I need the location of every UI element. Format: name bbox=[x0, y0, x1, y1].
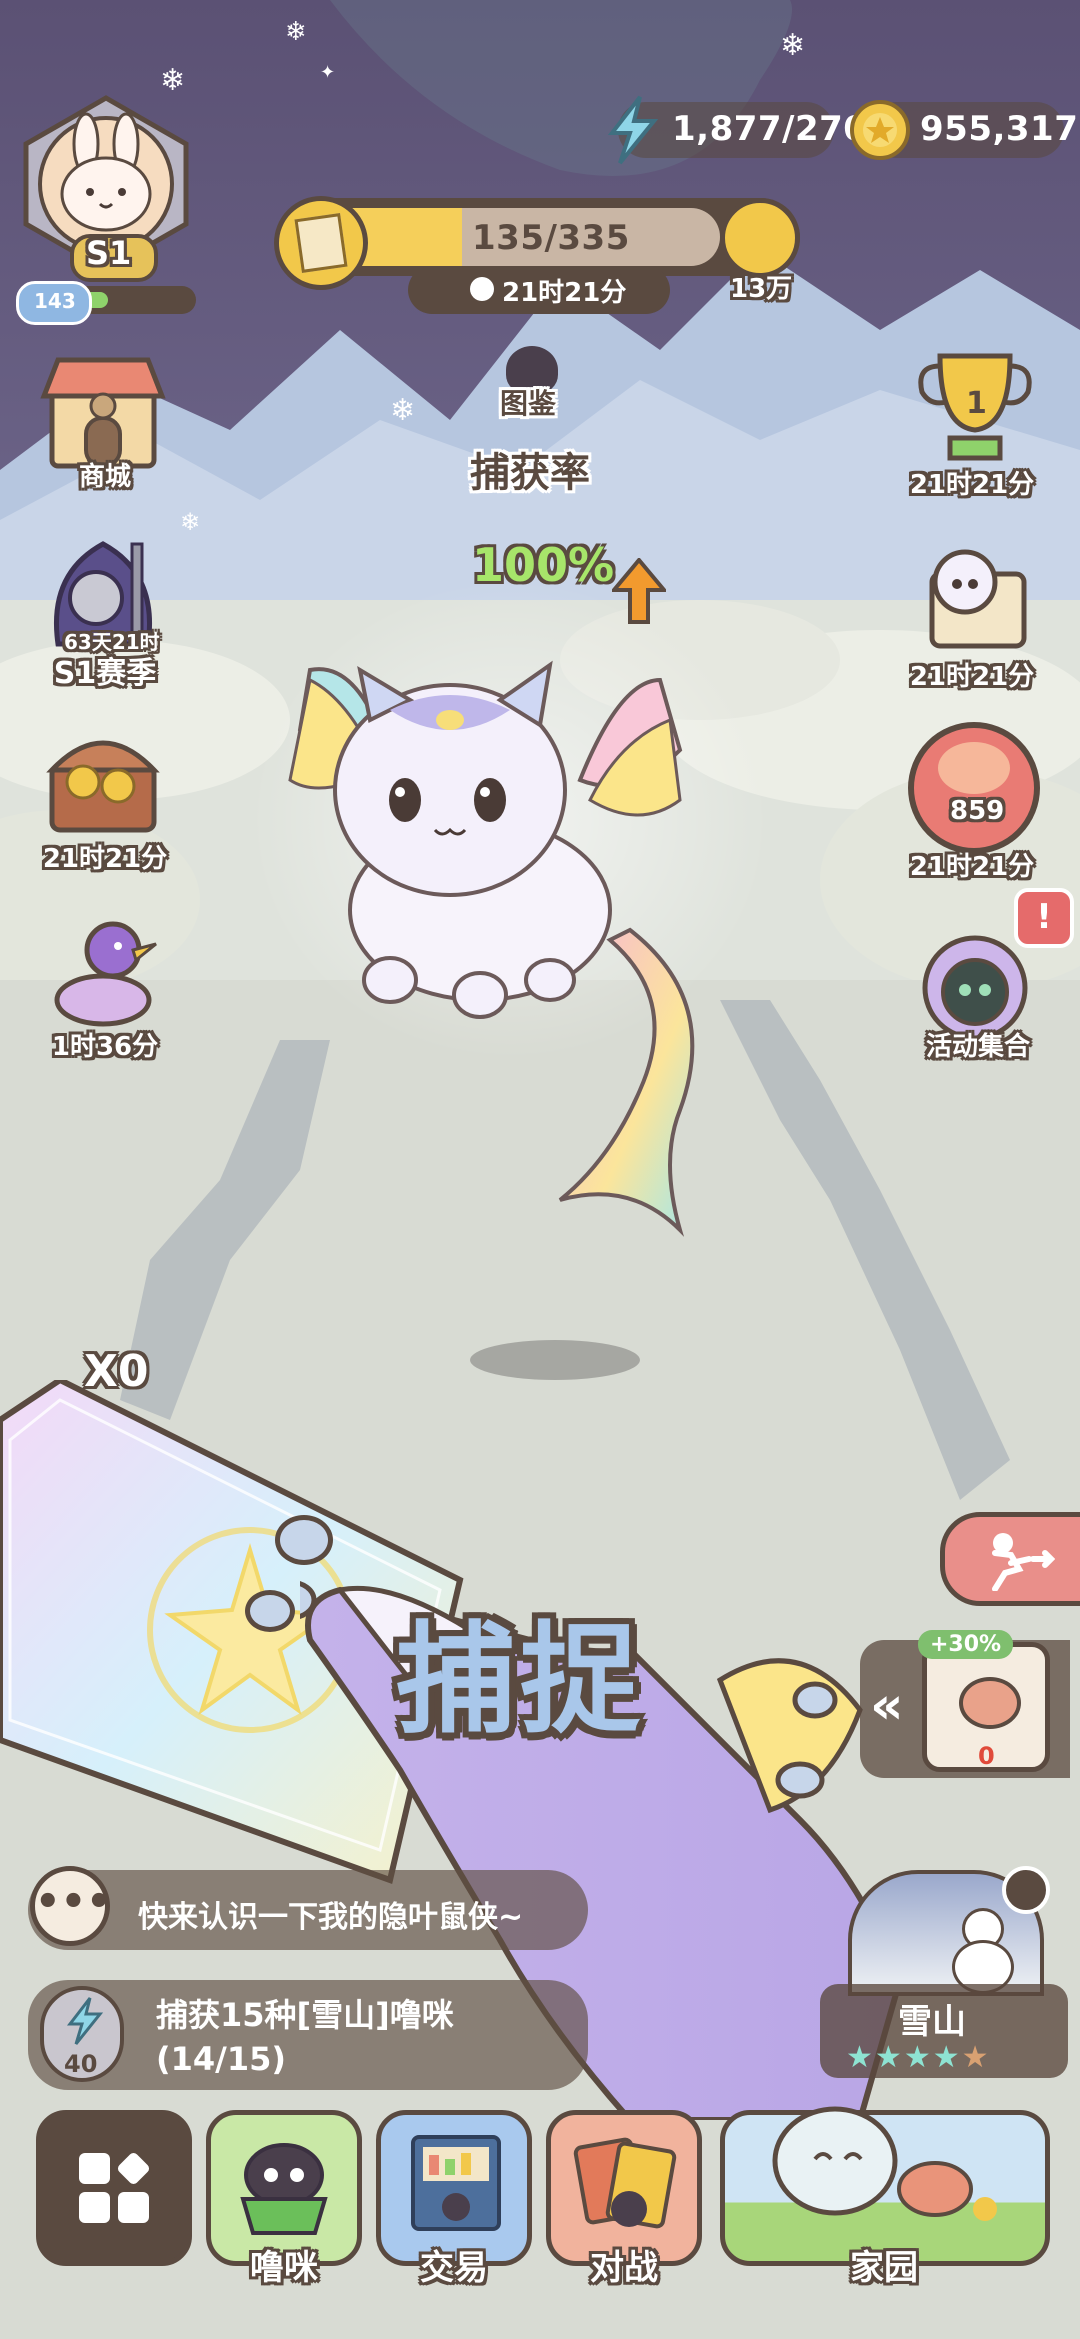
quest-progress: (14/15) bbox=[156, 2040, 286, 2078]
candy-token-count: 859 bbox=[950, 796, 1005, 826]
svg-text:✦: ✦ bbox=[320, 62, 335, 83]
map-scroll-icon bbox=[929, 549, 1027, 649]
nav-home-label[interactable]: 家园 bbox=[806, 2240, 962, 2289]
star-icon: ★ bbox=[903, 2040, 933, 2075]
level-value: 143 bbox=[34, 289, 76, 313]
svg-text:❄: ❄ bbox=[390, 393, 415, 428]
candy-token-button[interactable] bbox=[908, 722, 1040, 854]
svg-text:❄: ❄ bbox=[780, 28, 805, 63]
location-stars: ★★★★★ bbox=[846, 2040, 991, 2075]
bird-gift-timer[interactable]: 1时36分 bbox=[5, 1026, 205, 1063]
star-icon: ★ bbox=[961, 2040, 991, 2075]
quest-title: 捕获15种[雪山]噜咪 bbox=[156, 1996, 454, 2034]
shop-label[interactable]: 商城 bbox=[5, 456, 205, 493]
shop-button[interactable] bbox=[38, 352, 168, 472]
lightning-icon bbox=[607, 95, 659, 165]
chat-bubble-icon[interactable]: ••• bbox=[30, 1866, 112, 1946]
catch-button[interactable]: 捕捉 bbox=[396, 1582, 644, 1756]
event-timer: 21时21分 bbox=[502, 278, 627, 308]
rank-label: S1 bbox=[86, 234, 132, 272]
trophy-timer[interactable]: 21时21分 bbox=[872, 464, 1072, 501]
paw-bead bbox=[275, 1515, 333, 1565]
menu-grid-icon bbox=[79, 2150, 152, 2223]
run-away-icon bbox=[992, 1533, 1055, 1591]
pokedex-label[interactable]: 图鉴 bbox=[500, 382, 556, 422]
clock-icon bbox=[470, 277, 494, 301]
season-label[interactable]: S1赛季 bbox=[5, 648, 205, 692]
treasure-chest-icon bbox=[46, 740, 160, 833]
reward-coin-icon[interactable] bbox=[720, 198, 800, 278]
up-arrow-icon bbox=[612, 558, 666, 624]
flee-button[interactable] bbox=[940, 1512, 1080, 1606]
star-icon: ★ bbox=[932, 2040, 962, 2075]
candy-token-icon bbox=[938, 742, 1010, 794]
nav-trade-label[interactable]: 交易 bbox=[376, 2240, 532, 2289]
treasure-chest-timer[interactable]: 21时21分 bbox=[5, 838, 205, 875]
cat-bowl-icon bbox=[240, 2143, 328, 2235]
nav-menu-button[interactable] bbox=[36, 2110, 192, 2266]
lumi-creature[interactable] bbox=[280, 640, 730, 1280]
battle-cards-icon bbox=[573, 2137, 677, 2229]
collapse-chevron-icon[interactable]: « bbox=[870, 1676, 904, 1736]
candy-icon bbox=[959, 1677, 1021, 1729]
catch-rate-value: 100% bbox=[472, 538, 615, 592]
chat-message: 快来认识一下我的隐叶鼠侠~ bbox=[138, 1900, 524, 1935]
event-collection-label[interactable]: 活动集合 bbox=[878, 1026, 1078, 1063]
bird-gift-button[interactable] bbox=[38, 910, 168, 1030]
bird-gift-icon bbox=[54, 921, 157, 1027]
treasure-chest-button[interactable] bbox=[38, 720, 168, 840]
star-icon: ★ bbox=[846, 2040, 875, 2075]
map-scroll-badge bbox=[274, 196, 368, 290]
trade-shop-icon bbox=[411, 2135, 501, 2231]
trophy-badge: 1 bbox=[966, 386, 987, 421]
lightning-icon bbox=[66, 1997, 104, 2045]
candy-token-timer[interactable]: 21时21分 bbox=[872, 846, 1072, 883]
catch-rate-label: 捕获率 bbox=[470, 450, 590, 496]
nav-lumi-label[interactable]: 噜咪 bbox=[206, 2240, 362, 2289]
nav-battle-label[interactable]: 对战 bbox=[546, 2240, 702, 2289]
event-progress-value: 135/335 bbox=[472, 218, 630, 258]
coin-value: 955,317 bbox=[920, 109, 1079, 149]
quest-energy: 40 bbox=[64, 2050, 98, 2078]
svg-text:❄: ❄ bbox=[180, 508, 200, 536]
location-info-icon[interactable] bbox=[1002, 1866, 1050, 1914]
map-scroll-timer[interactable]: 21时21分 bbox=[872, 656, 1072, 693]
energy-value: 1,877/270 bbox=[672, 109, 868, 149]
shop-icon bbox=[40, 357, 166, 469]
svg-text:❄: ❄ bbox=[285, 17, 307, 47]
svg-text:❄: ❄ bbox=[160, 63, 185, 98]
location-name: 雪山 bbox=[898, 2002, 966, 2042]
event-reward: 13万 bbox=[730, 274, 793, 304]
paw-bead bbox=[245, 1590, 295, 1632]
bait-bonus-badge: +30% bbox=[918, 1630, 1014, 1659]
card-count: X0 bbox=[84, 1346, 149, 1397]
map-scroll-button[interactable] bbox=[910, 540, 1040, 660]
bait-count: 0 bbox=[978, 1742, 995, 1770]
home-garden-icon bbox=[772, 2106, 997, 2221]
star-icon: ★ bbox=[874, 2040, 904, 2075]
coin-icon bbox=[850, 100, 910, 160]
